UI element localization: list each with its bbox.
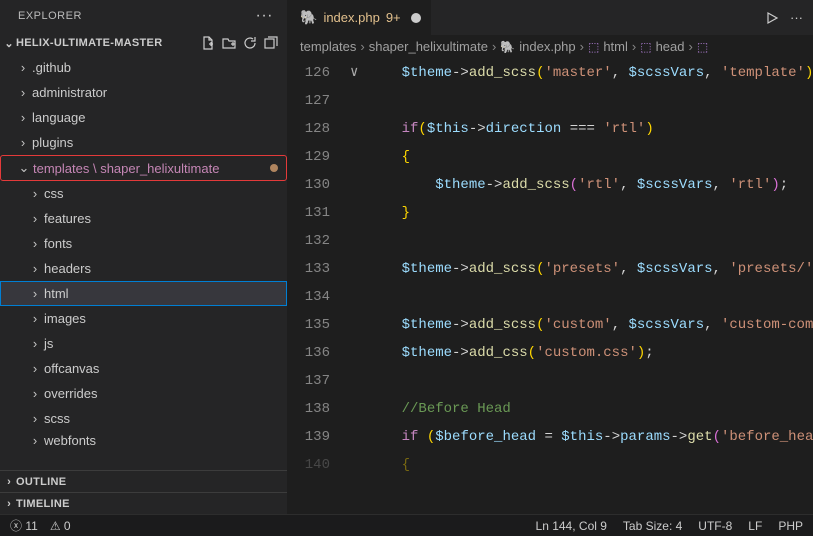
encoding[interactable]: UTF-8 bbox=[698, 519, 732, 533]
tab-badge: 9+ bbox=[386, 10, 401, 25]
editor-actions: ··· bbox=[764, 10, 813, 26]
symbol-icon: ⬚ bbox=[588, 40, 599, 54]
breadcrumb-item[interactable]: ⬚head bbox=[640, 39, 684, 54]
chevron-right-icon: › bbox=[632, 39, 636, 54]
chevron-right-icon: › bbox=[28, 433, 42, 448]
symbol-icon: ⬚ bbox=[640, 40, 651, 54]
chevron-right-icon: › bbox=[2, 476, 16, 488]
tree-item[interactable]: ›administrator bbox=[0, 80, 287, 105]
explorer-actions bbox=[198, 33, 281, 53]
language-mode[interactable]: PHP bbox=[778, 519, 803, 533]
refresh-icon[interactable] bbox=[240, 33, 260, 53]
warnings-count[interactable]: ⚠ 0 bbox=[50, 519, 71, 533]
new-file-icon[interactable] bbox=[198, 33, 218, 53]
errors-count[interactable]: ⓧ 11 bbox=[10, 517, 38, 534]
timeline-section[interactable]: › TIMELINE bbox=[0, 492, 287, 514]
tree-item[interactable]: ›features bbox=[0, 206, 287, 231]
chevron-right-icon: › bbox=[28, 311, 42, 326]
chevron-right-icon: › bbox=[28, 386, 42, 401]
tab-size[interactable]: Tab Size: 4 bbox=[623, 519, 682, 533]
chevron-right-icon: › bbox=[689, 39, 693, 54]
chevron-right-icon: › bbox=[2, 498, 16, 510]
more-actions-button[interactable]: ··· bbox=[250, 6, 279, 26]
chevron-right-icon: › bbox=[28, 361, 42, 376]
unsaved-dot-icon bbox=[411, 13, 421, 23]
explorer-header: EXPLORER ··· bbox=[0, 0, 287, 32]
chevron-right-icon: › bbox=[28, 261, 42, 276]
breadcrumb-item[interactable]: ⬚html bbox=[588, 39, 628, 54]
chevron-down-icon: ⌄ bbox=[17, 160, 31, 176]
tree-item[interactable]: ›overrides bbox=[0, 381, 287, 406]
tree-item[interactable]: ›offcanvas bbox=[0, 356, 287, 381]
project-section-header[interactable]: ⌄ HELIX-ULTIMATE-MASTER bbox=[0, 32, 287, 54]
breadcrumb-item[interactable]: shaper_helixultimate bbox=[369, 39, 488, 54]
file-tree: ›.github ›administrator ›language ›plugi… bbox=[0, 54, 287, 470]
fold-column: ∨ bbox=[350, 59, 368, 514]
tree-item[interactable]: ›.github bbox=[0, 55, 287, 80]
status-bar: ⓧ 11 ⚠ 0 Ln 144, Col 9 Tab Size: 4 UTF-8… bbox=[0, 514, 813, 536]
breadcrumb: templates › shaper_helixultimate › 🐘inde… bbox=[288, 35, 813, 59]
tree-item[interactable]: ›css bbox=[0, 181, 287, 206]
tree-item[interactable]: ›headers bbox=[0, 256, 287, 281]
breadcrumb-item[interactable]: templates bbox=[300, 39, 356, 54]
symbol-icon: ⬚ bbox=[697, 40, 708, 54]
tree-item[interactable]: ›js bbox=[0, 331, 287, 356]
chevron-right-icon: › bbox=[16, 60, 30, 75]
tree-item[interactable]: ›plugins bbox=[0, 130, 287, 155]
tree-item[interactable]: ›images bbox=[0, 306, 287, 331]
tree-item[interactable]: ›language bbox=[0, 105, 287, 130]
breadcrumb-item[interactable]: 🐘index.php bbox=[500, 39, 575, 54]
chevron-right-icon: › bbox=[28, 211, 42, 226]
php-file-icon: 🐘 bbox=[300, 9, 317, 26]
new-folder-icon[interactable] bbox=[219, 33, 239, 53]
php-file-icon: 🐘 bbox=[500, 40, 515, 54]
tree-item-html[interactable]: ›html bbox=[0, 281, 287, 306]
chevron-right-icon: › bbox=[28, 286, 42, 301]
run-icon[interactable] bbox=[764, 10, 780, 26]
chevron-right-icon: › bbox=[360, 39, 364, 54]
eol[interactable]: LF bbox=[748, 519, 762, 533]
tab-index-php[interactable]: 🐘 index.php 9+ bbox=[288, 0, 432, 35]
chevron-right-icon: › bbox=[492, 39, 496, 54]
modified-dot-icon bbox=[270, 164, 278, 172]
outline-section[interactable]: › OUTLINE bbox=[0, 470, 287, 492]
tree-item[interactable]: ›scss bbox=[0, 406, 287, 431]
tree-item[interactable]: ›webfonts bbox=[0, 431, 287, 449]
code-lines[interactable]: $theme->add_scss('master', $scssVars, 't… bbox=[368, 59, 813, 514]
chevron-right-icon: › bbox=[16, 110, 30, 125]
cursor-position[interactable]: Ln 144, Col 9 bbox=[536, 519, 607, 533]
explorer-sidebar: EXPLORER ··· ⌄ HELIX-ULTIMATE-MASTER bbox=[0, 0, 288, 514]
tab-label: index.php bbox=[323, 10, 379, 25]
chevron-right-icon: › bbox=[28, 236, 42, 251]
tab-bar: 🐘 index.php 9+ ··· bbox=[288, 0, 813, 35]
tree-item[interactable]: ›fonts bbox=[0, 231, 287, 256]
line-gutter: 126 127 128 129 130 131 132 133 134 135 … bbox=[288, 59, 350, 514]
collapse-icon[interactable] bbox=[261, 33, 281, 53]
chevron-down-icon: ⌄ bbox=[2, 37, 16, 50]
explorer-title: EXPLORER bbox=[18, 10, 82, 22]
code-editor[interactable]: 126 127 128 129 130 131 132 133 134 135 … bbox=[288, 59, 813, 514]
tree-item-templates[interactable]: ⌄templates \ shaper_helixultimate bbox=[0, 155, 287, 181]
chevron-right-icon: › bbox=[28, 336, 42, 351]
project-name: HELIX-ULTIMATE-MASTER bbox=[16, 37, 198, 49]
chevron-right-icon: › bbox=[28, 186, 42, 201]
chevron-right-icon: › bbox=[16, 135, 30, 150]
chevron-right-icon: › bbox=[16, 85, 30, 100]
chevron-right-icon: › bbox=[580, 39, 584, 54]
chevron-right-icon: › bbox=[28, 411, 42, 426]
more-editor-actions-icon[interactable]: ··· bbox=[790, 10, 803, 26]
editor-pane: 🐘 index.php 9+ ··· templates › shaper_he… bbox=[288, 0, 813, 514]
